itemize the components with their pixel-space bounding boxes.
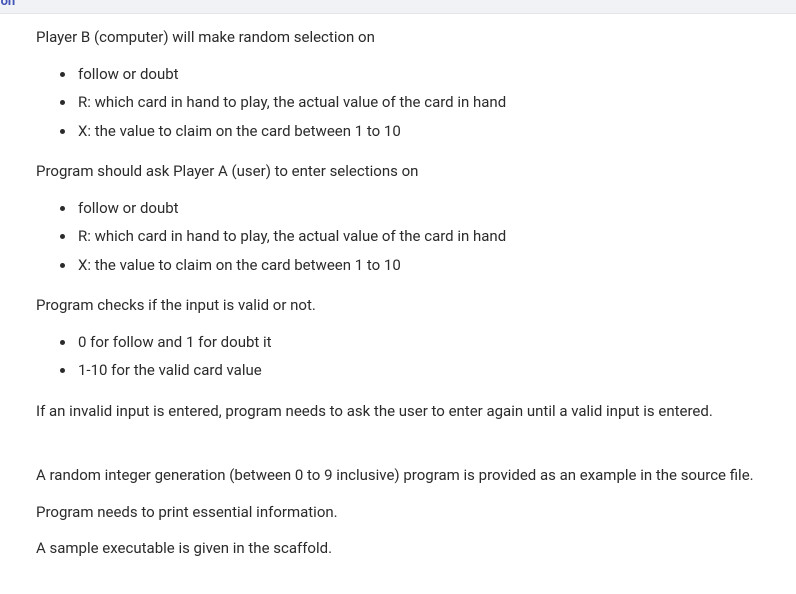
list-item: 1-10 for the valid card value bbox=[76, 359, 760, 382]
list-item: 0 for follow and 1 for doubt it bbox=[76, 331, 760, 354]
list-item: R: which card in hand to play, the actua… bbox=[76, 225, 760, 248]
list-item: R: which card in hand to play, the actua… bbox=[76, 91, 760, 114]
paragraph-random-gen: A random integer generation (between 0 t… bbox=[36, 464, 760, 487]
list-item: follow or doubt bbox=[76, 197, 760, 220]
paragraph-invalid-input: If an invalid input is entered, program … bbox=[36, 400, 760, 423]
paragraph-sample-exec: A sample executable is given in the scaf… bbox=[36, 537, 760, 560]
section-header-truncated: iption bbox=[0, 0, 15, 12]
paragraph-print-info: Program needs to print essential informa… bbox=[36, 501, 760, 524]
list-player-b-selections: follow or doubt R: which card in hand to… bbox=[36, 63, 760, 143]
list-item: follow or doubt bbox=[76, 63, 760, 86]
blank-spacer bbox=[36, 436, 760, 464]
paragraph-player-a: Program should ask Player A (user) to en… bbox=[36, 160, 760, 183]
document-content: Player B (computer) will make random sel… bbox=[0, 14, 796, 594]
list-valid-inputs: 0 for follow and 1 for doubt it 1-10 for… bbox=[36, 331, 760, 382]
list-player-a-selections: follow or doubt R: which card in hand to… bbox=[36, 197, 760, 277]
list-item: X: the value to claim on the card betwee… bbox=[76, 120, 760, 143]
list-item: X: the value to claim on the card betwee… bbox=[76, 254, 760, 277]
paragraph-validation: Program checks if the input is valid or … bbox=[36, 294, 760, 317]
section-header-bar: iption bbox=[0, 0, 796, 14]
paragraph-player-b: Player B (computer) will make random sel… bbox=[36, 26, 760, 49]
